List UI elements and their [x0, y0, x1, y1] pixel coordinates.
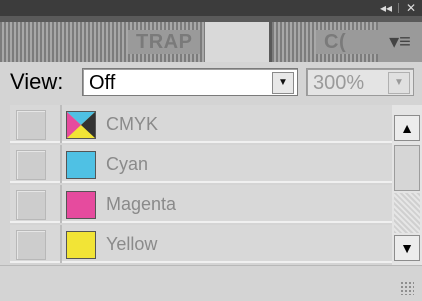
magenta-swatch — [66, 191, 96, 219]
visibility-toggle[interactable] — [16, 190, 46, 220]
zoom-dropdown: 300% ▼ — [306, 68, 414, 96]
channel-name: Magenta — [106, 194, 177, 214]
tab-trap[interactable]: TRAP — [0, 22, 205, 62]
yellow-swatch — [66, 231, 96, 259]
panel-titlebar: ◂◂ ✕ — [0, 0, 422, 16]
cmyk-composite-icon — [66, 111, 96, 139]
cmyk-icon — [67, 112, 95, 138]
row-divider — [60, 105, 62, 143]
list-item-yellow[interactable]: Yellow — [10, 225, 392, 263]
view-label: View: — [10, 69, 64, 94]
close-icon[interactable]: ✕ — [401, 0, 421, 16]
view-dropdown[interactable]: Off ▼ — [82, 68, 298, 96]
visibility-toggle[interactable] — [16, 150, 46, 180]
panel-footer — [0, 265, 422, 301]
panel-menu-icon[interactable]: ▾≡ — [378, 22, 422, 62]
visibility-toggle[interactable] — [16, 230, 46, 260]
scroll-down-icon[interactable]: ▼ — [394, 235, 420, 261]
row-divider — [60, 225, 62, 263]
channel-list: CMYK Cyan Magenta Yellow — [10, 105, 392, 265]
scroll-track[interactable] — [394, 193, 420, 233]
channel-name: CMYK — [106, 114, 159, 134]
scroll-up-icon[interactable]: ▲ — [394, 115, 420, 141]
chevron-down-icon: ▼ — [388, 72, 410, 94]
zoom-dropdown-value: 300% — [313, 72, 365, 94]
channel-name: Yellow — [106, 234, 158, 254]
tab-color-label: C( — [324, 31, 347, 53]
tab-trap-label: TRAP — [136, 31, 193, 53]
list-item-cyan[interactable]: Cyan — [10, 145, 392, 183]
list-item-magenta[interactable]: Magenta — [10, 185, 392, 223]
collapse-icon[interactable]: ◂◂ — [375, 0, 397, 16]
channel-name: Cyan — [106, 154, 149, 174]
row-divider — [60, 145, 62, 183]
tab-color[interactable]: C( — [272, 22, 378, 62]
titlebar-divider — [398, 3, 399, 13]
scroll-thumb[interactable] — [394, 145, 420, 191]
list-scrollbar[interactable]: ▲ ▼ — [392, 105, 422, 265]
row-divider — [60, 185, 62, 223]
visibility-toggle[interactable] — [16, 110, 46, 140]
cyan-swatch — [66, 151, 96, 179]
chevron-down-icon[interactable]: ▼ — [272, 72, 294, 94]
resize-grip-icon[interactable] — [400, 281, 414, 295]
view-dropdown-value: Off — [89, 72, 116, 94]
tab-active[interactable] — [205, 22, 269, 62]
view-options-row: View: Off ▼ 300% ▼ — [0, 62, 422, 102]
list-item-cmyk[interactable]: CMYK — [10, 105, 392, 143]
